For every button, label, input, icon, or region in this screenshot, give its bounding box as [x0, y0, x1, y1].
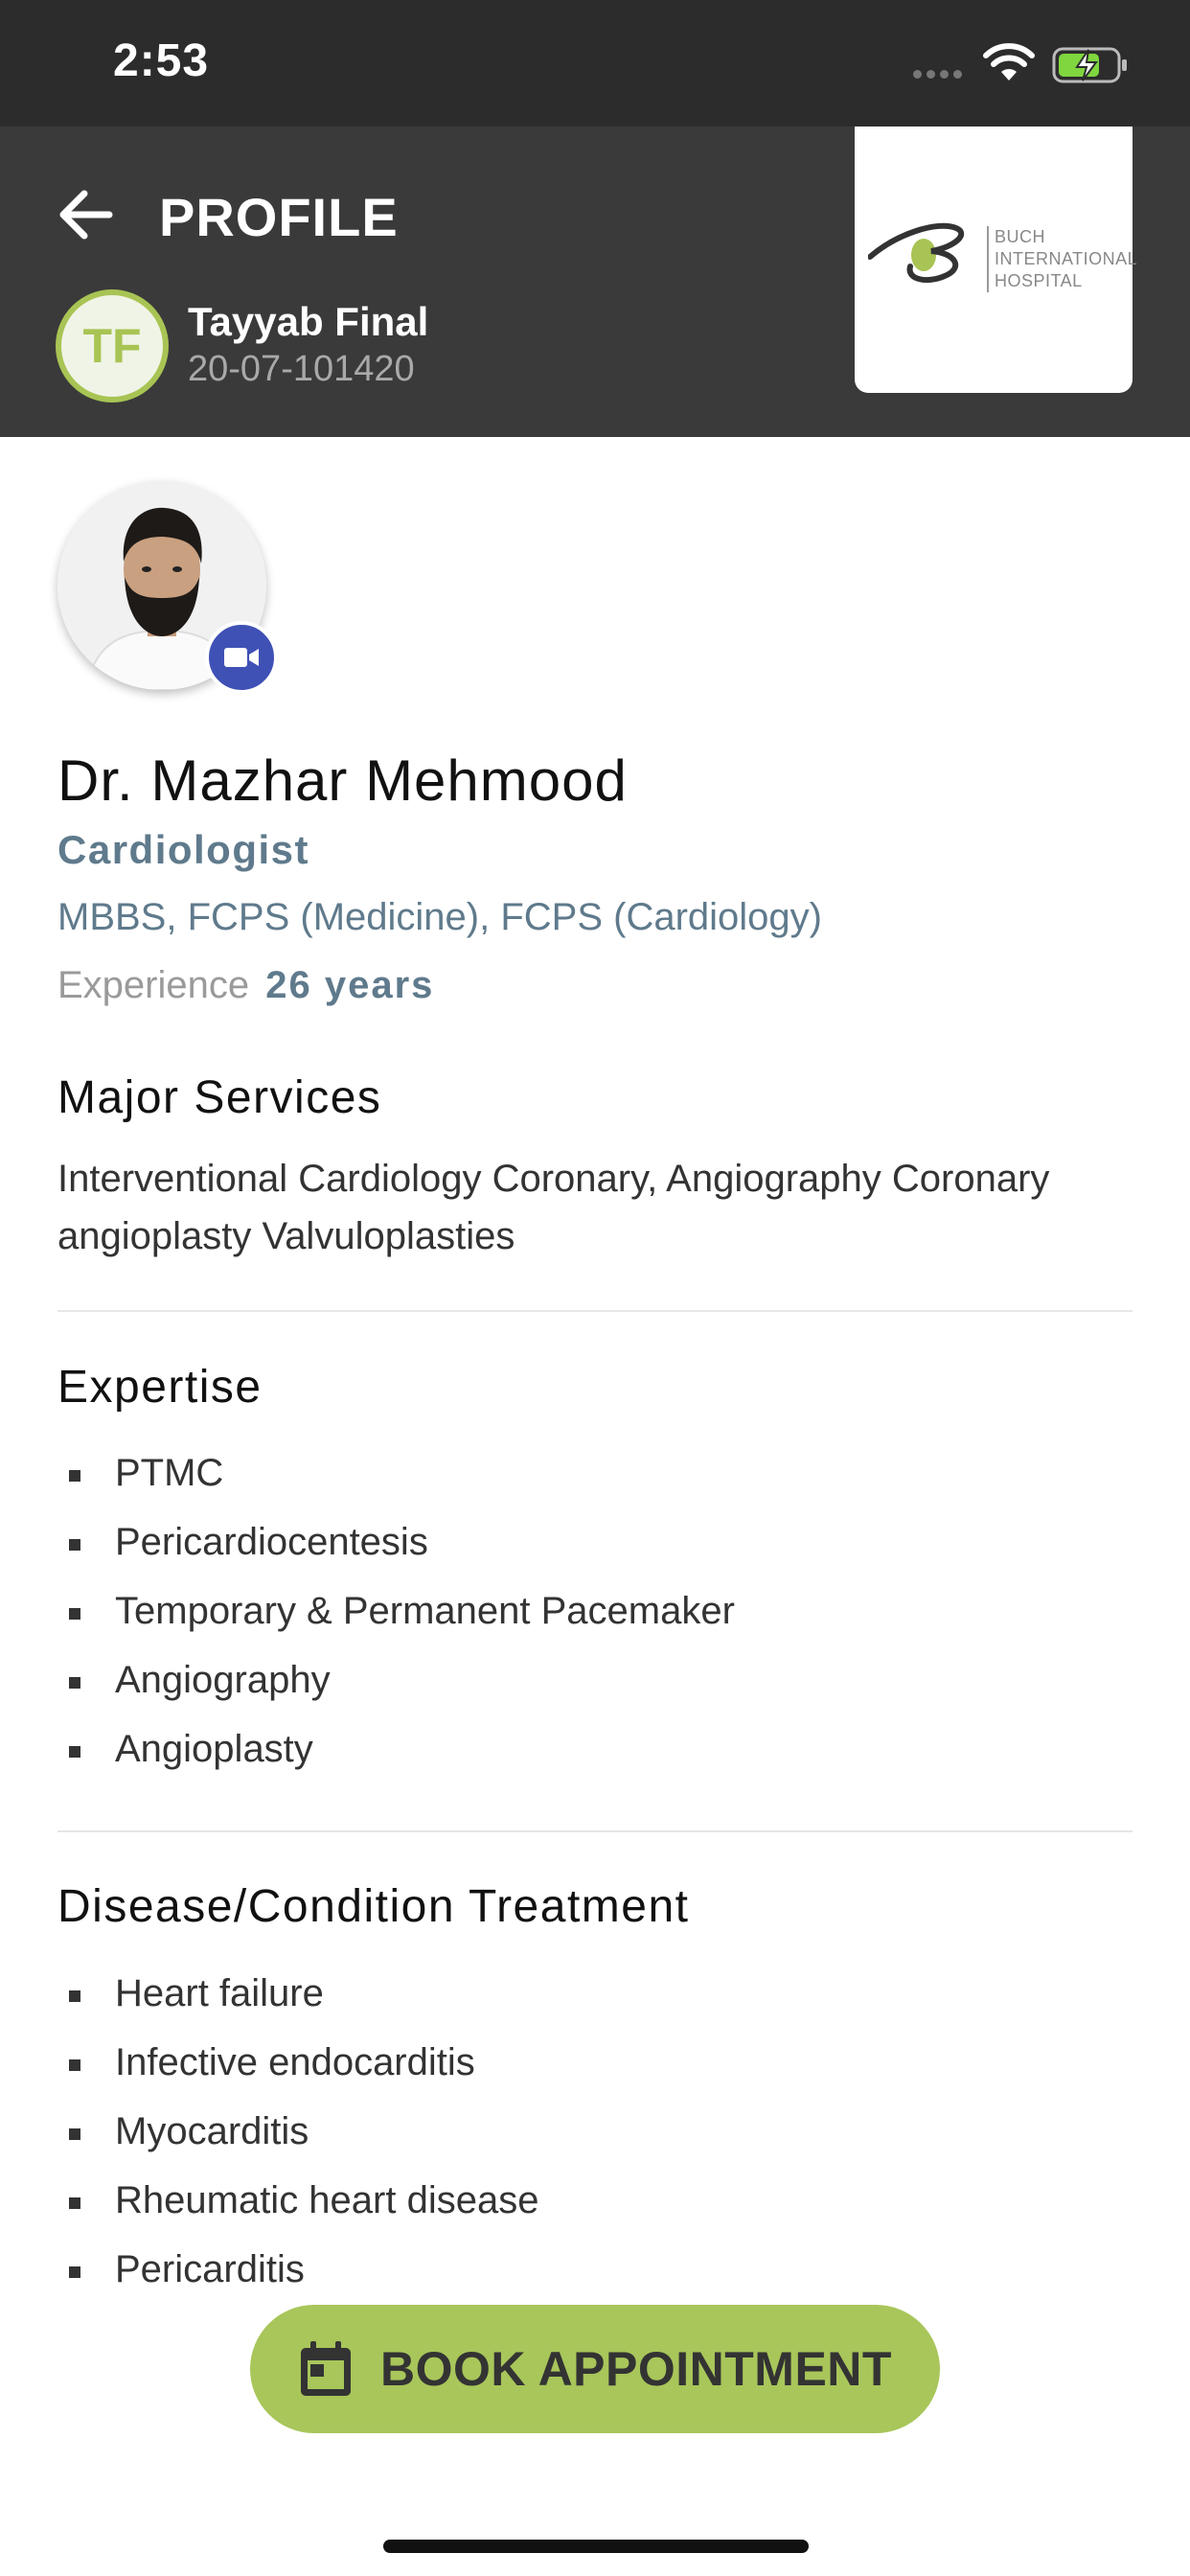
- disease-treatment-list: Heart failure Infective endocarditis Myo…: [57, 1959, 538, 2304]
- expertise-title: Expertise: [57, 1362, 263, 1413]
- section-divider: [57, 1830, 1133, 1832]
- hospital-logo-line: HOSPITAL: [995, 271, 1083, 290]
- home-indicator[interactable]: [383, 2540, 809, 2553]
- disease-treatment-item: Infective endocarditis: [57, 2028, 538, 2097]
- major-services-text: Interventional Cardiology Coronary, Angi…: [57, 1158, 1050, 1257]
- status-time: 2:53: [113, 35, 210, 86]
- book-appointment-button[interactable]: BOOK APPOINTMENT: [250, 2305, 940, 2433]
- book-appointment-label: BOOK APPOINTMENT: [380, 2342, 892, 2396]
- hospital-logo: BUCH INTERNATIONAL HOSPITAL: [855, 126, 1137, 393]
- avatar-initials: TF: [82, 319, 142, 373]
- hospital-logo-text: BUCH INTERNATIONAL HOSPITAL: [987, 226, 1137, 292]
- expertise-item: PTMC: [57, 1438, 735, 1507]
- hospital-logo-line: BUCH: [995, 227, 1046, 246]
- battery-charging-icon: [1052, 47, 1127, 83]
- expertise-item: Temporary & Permanent Pacemaker: [57, 1576, 735, 1645]
- disease-treatment-item: Myocarditis: [57, 2097, 538, 2166]
- expertise-item: Angioplasty: [57, 1714, 735, 1783]
- disease-treatment-title: Disease/Condition Treatment: [57, 1881, 690, 1932]
- expertise-list: PTMC Pericardiocentesis Temporary & Perm…: [57, 1438, 735, 1783]
- doctor-experience: Experience 26 years: [57, 964, 434, 1007]
- doctor-name: Dr. Mazhar Mehmood: [57, 748, 628, 813]
- page-title: PROFILE: [159, 187, 399, 247]
- calendar-icon: [301, 2341, 352, 2396]
- wifi-icon: [983, 43, 1035, 80]
- status-bar: 2:53: [0, 0, 1190, 126]
- profile-header: PROFILE TF Tayyab Final 20-07-101420 BUC…: [0, 126, 1190, 437]
- video-camera-icon: [224, 648, 259, 667]
- back-arrow-icon[interactable]: [56, 188, 115, 242]
- major-services-title: Major Services: [57, 1072, 382, 1123]
- doctor-qualifications: MBBS, FCPS (Medicine), FCPS (Cardiology): [57, 896, 822, 938]
- video-consult-badge: [205, 621, 278, 694]
- expertise-item: Angiography: [57, 1645, 735, 1714]
- section-divider: [57, 1310, 1133, 1312]
- hospital-logo-line: INTERNATIONAL: [995, 249, 1138, 268]
- experience-value: 26 years: [265, 964, 435, 1006]
- hospital-logo-mark: [868, 222, 965, 284]
- disease-treatment-item: Heart failure: [57, 1959, 538, 2028]
- doctor-specialty: Cardiologist: [57, 827, 310, 872]
- patient-avatar[interactable]: TF: [56, 289, 169, 402]
- cellular-signal-icon: [913, 70, 962, 79]
- patient-id: 20-07-101420: [188, 349, 415, 389]
- disease-treatment-item: Pericarditis: [57, 2235, 538, 2304]
- disease-treatment-item: Rheumatic heart disease: [57, 2166, 538, 2235]
- expertise-item: Pericardiocentesis: [57, 1507, 735, 1576]
- experience-label: Experience: [57, 964, 250, 1006]
- patient-name: Tayyab Final: [188, 299, 429, 344]
